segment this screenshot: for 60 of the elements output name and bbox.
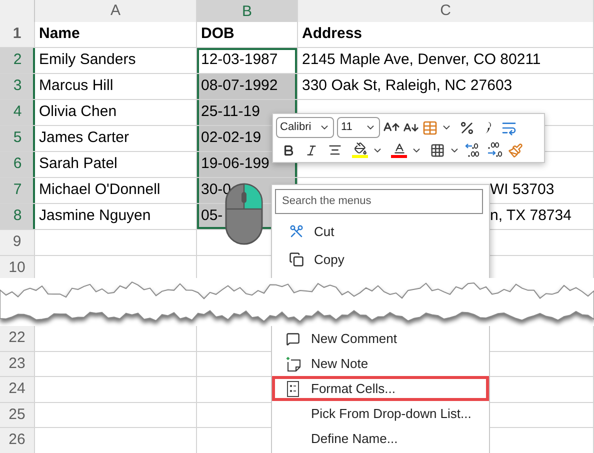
- table-cell: 2145 Maple Ave, Denver, CO 80211: [298, 48, 594, 74]
- row-header[interactable]: 22: [0, 326, 35, 352]
- row-header[interactable]: 4: [0, 100, 35, 126]
- row-header[interactable]: 3: [0, 74, 35, 100]
- table-cell: Address: [298, 22, 594, 48]
- row-header[interactable]: 24: [0, 377, 35, 402]
- search-field[interactable]: Search the menus: [275, 188, 483, 214]
- column-header[interactable]: C: [298, 0, 594, 24]
- fill-color-button[interactable]: [352, 140, 368, 160]
- menu-item[interactable]: New Note: [272, 351, 489, 376]
- table-cell: Emily Sanders: [35, 48, 197, 74]
- comma-style-icon[interactable]: [484, 120, 492, 134]
- menu-item[interactable]: New Comment: [272, 326, 489, 351]
- format-cells-icon: [287, 380, 299, 396]
- row-header[interactable]: 8: [0, 204, 35, 230]
- row-header[interactable]: 7: [0, 178, 35, 204]
- bold-icon[interactable]: [282, 144, 295, 156]
- note-icon: [285, 356, 301, 372]
- column-header[interactable]: A: [35, 0, 197, 24]
- increase-decimal-icon[interactable]: [464, 141, 482, 159]
- decrease-decimal-icon[interactable]: [486, 141, 504, 159]
- table-cell: DOB: [197, 22, 298, 48]
- table-cell: Name: [35, 22, 197, 48]
- table-cell: James Carter: [35, 126, 197, 152]
- font-color-icon: [392, 142, 406, 155]
- font-dropdown[interactable]: Calibri: [276, 117, 334, 138]
- row-header[interactable]: 6: [0, 152, 35, 178]
- menu-item[interactable]: Pick From Drop-down List...: [272, 401, 489, 426]
- italic-icon[interactable]: [305, 144, 318, 156]
- row-header[interactable]: 5: [0, 126, 35, 152]
- scissors-icon: [288, 224, 304, 239]
- row-header[interactable]: 9: [0, 230, 35, 256]
- cell-styles-icon[interactable]: [422, 120, 438, 136]
- row-header[interactable]: 26: [0, 428, 35, 453]
- table-cell: Michael O'Donnell: [35, 178, 197, 204]
- row-header[interactable]: 10: [0, 256, 35, 278]
- table-cell: 12-03-1987: [197, 48, 298, 74]
- table-cell: Marcus Hill: [35, 74, 197, 100]
- percent-icon[interactable]: [459, 120, 475, 136]
- table-cell: 330 Oak St, Raleigh, NC 27603: [298, 74, 594, 100]
- menu-item[interactable]: Format Cells...: [272, 376, 489, 401]
- table-cell: Sarah Patel: [35, 152, 197, 178]
- copy-icon: [288, 252, 304, 267]
- table-cell: Olivia Chen: [35, 100, 197, 126]
- row-header[interactable]: 23: [0, 352, 35, 377]
- menu-item[interactable]: Define Name...: [272, 426, 489, 451]
- wrap-text-icon[interactable]: [501, 120, 517, 136]
- table-cell: 08-07-1992: [197, 74, 298, 100]
- comment-icon: [286, 332, 300, 346]
- paint-bucket-icon: [354, 142, 366, 155]
- borders-icon[interactable]: [430, 142, 445, 158]
- menu-item[interactable]: Copy: [275, 246, 486, 274]
- column-header[interactable]: B: [197, 0, 298, 24]
- align-center-icon[interactable]: [328, 143, 342, 157]
- row-header[interactable]: 2: [0, 48, 35, 74]
- paintbrush-icon[interactable]: [508, 142, 523, 158]
- row-header[interactable]: 25: [0, 402, 35, 428]
- row-header[interactable]: 1: [0, 22, 35, 48]
- table-cell: Jasmine Nguyen: [35, 204, 197, 230]
- font-size-dropdown[interactable]: 11: [337, 117, 380, 138]
